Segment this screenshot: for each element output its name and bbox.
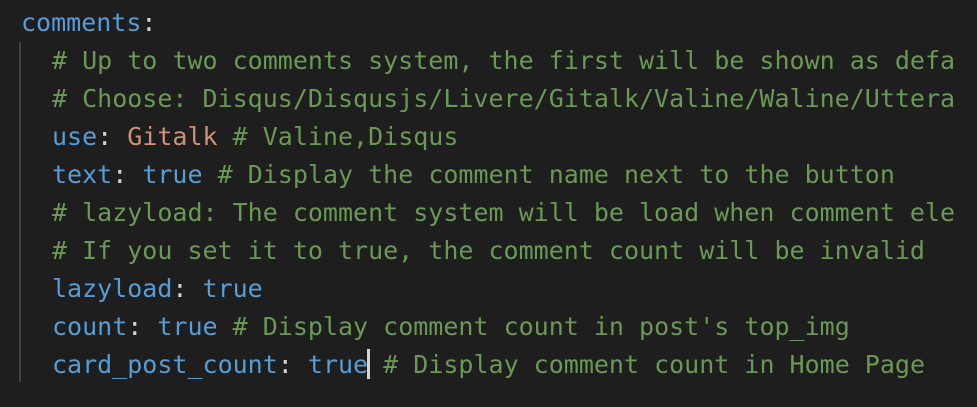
yaml-colon: :	[172, 274, 203, 303]
yaml-bool-value: true	[307, 350, 369, 379]
yaml-colon: :	[277, 350, 308, 379]
indent-guide	[19, 42, 21, 382]
yaml-comment: # Up to two comments system, the first w…	[52, 46, 956, 75]
yaml-bool-value: true	[202, 274, 263, 303]
code-line-text[interactable]: text: true # Display the comment name ne…	[52, 156, 895, 194]
code-line-lazyload[interactable]: lazyload: true	[52, 270, 263, 308]
yaml-colon: :	[97, 122, 128, 151]
code-line-comment[interactable]: # If you set it to true, the comment cou…	[52, 232, 925, 270]
code-editor[interactable]: comments: # Up to two comments system, t…	[0, 0, 977, 407]
code-line-comment[interactable]: # Up to two comments system, the first w…	[52, 42, 955, 80]
code-line-count[interactable]: count: true # Display comment count in p…	[52, 308, 850, 346]
yaml-key: text	[52, 160, 113, 189]
yaml-key: count	[52, 312, 128, 341]
yaml-bool-value: true	[142, 160, 203, 189]
yaml-comment: # lazyload: The comment system will be l…	[52, 198, 956, 227]
yaml-key: card_post_count	[52, 350, 278, 379]
code-line-comments[interactable]: comments:	[21, 4, 156, 42]
yaml-colon: :	[141, 8, 157, 37]
yaml-string-value: Gitalk	[127, 122, 218, 151]
code-line-card-post-count[interactable]: card_post_count: true # Display comment …	[52, 346, 925, 384]
yaml-comment: # If you set it to true, the comment cou…	[52, 236, 925, 265]
code-line-comment[interactable]: # lazyload: The comment system will be l…	[52, 194, 955, 232]
yaml-key: lazyload	[52, 274, 173, 303]
yaml-comment: # Valine,Disqus	[217, 122, 459, 151]
yaml-colon: :	[127, 312, 158, 341]
yaml-key: use	[52, 122, 98, 151]
yaml-comment: # Display comment count in post's top_im…	[217, 312, 850, 341]
yaml-comment: # Choose: Disqus/Disqusjs/Livere/Gitalk/…	[52, 84, 956, 113]
yaml-comment: # Display comment count in Home Page	[368, 350, 926, 379]
code-line-comment[interactable]: # Choose: Disqus/Disqusjs/Livere/Gitalk/…	[52, 80, 955, 118]
yaml-comment: # Display the comment name next to the b…	[202, 160, 895, 189]
yaml-bool-value: true	[157, 312, 218, 341]
code-line-use[interactable]: use: Gitalk # Valine,Disqus	[52, 118, 458, 156]
yaml-colon: :	[112, 160, 143, 189]
yaml-key: comments	[21, 8, 142, 37]
